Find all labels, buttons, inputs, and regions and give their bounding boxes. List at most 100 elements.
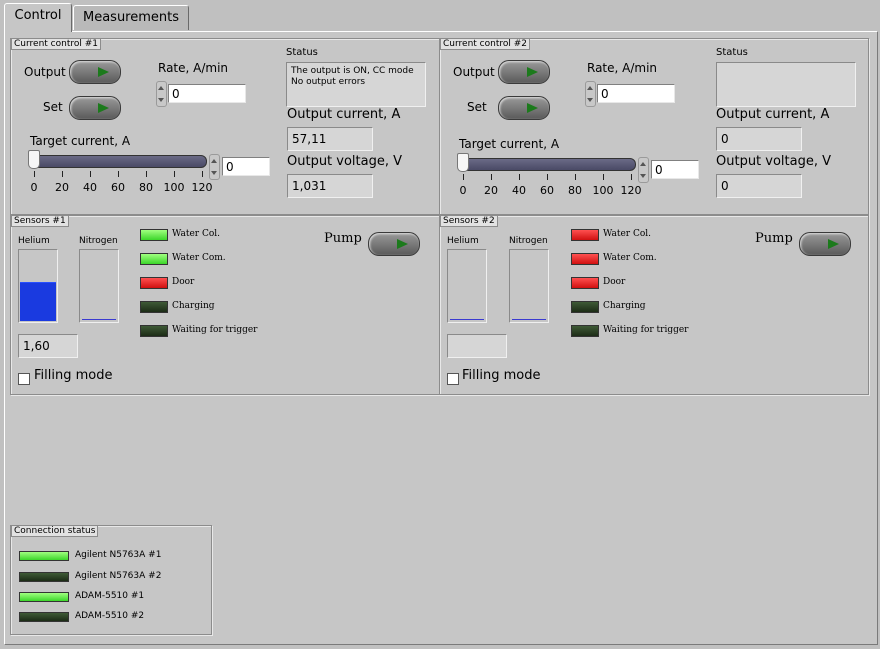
cc2-slider-thumb[interactable] xyxy=(457,153,469,172)
cc2-out-voltage-value: 0 xyxy=(716,174,802,198)
s2-water-col-label: Water Col. xyxy=(603,229,651,239)
s1-nitrogen-tank xyxy=(79,249,119,323)
conn-agilent-1-led xyxy=(19,551,69,561)
current-control-2-group: Current control #2 Output Set Rate, A/mi… xyxy=(439,38,869,215)
s1-helium-label: Helium xyxy=(18,236,50,246)
s1-nitrogen-level xyxy=(82,319,116,320)
cc1-target-slider[interactable] xyxy=(31,155,207,168)
s2-waiting-led xyxy=(571,325,599,337)
s1-waiting-led xyxy=(140,325,168,337)
s1-helium-value: 1,60 xyxy=(18,334,78,358)
tick-label: 120 xyxy=(191,181,213,194)
cc1-set-button[interactable] xyxy=(69,96,121,120)
s1-charging-label: Charging xyxy=(172,301,215,311)
s2-door-led xyxy=(571,277,599,289)
s2-charging-led xyxy=(571,301,599,313)
tick-label: 80 xyxy=(139,181,153,194)
connection-status-title: Connection status xyxy=(11,525,99,537)
control-tab-page: Current control #1 Output Set Rate, A/mi… xyxy=(4,31,878,645)
conn-agilent-2-label: Agilent N5763A #2 xyxy=(75,571,162,581)
s1-helium-level xyxy=(20,282,56,321)
cc2-set-label: Set xyxy=(467,100,487,114)
cc1-rate-label: Rate, A/min xyxy=(158,61,229,75)
sensors-2-title: Sensors #2 xyxy=(440,215,498,227)
s1-nitrogen-label: Nitrogen xyxy=(79,236,118,246)
tick-label: 0 xyxy=(30,181,38,194)
s2-nitrogen-level xyxy=(512,319,546,320)
s2-filling-mode-label: Filling mode xyxy=(462,368,541,383)
cc1-slider-thumb[interactable] xyxy=(28,150,40,169)
cc2-out-current-label: Output current, A xyxy=(716,107,830,122)
spin-up-icon[interactable] xyxy=(640,162,646,166)
current-control-2-title: Current control #2 xyxy=(440,38,530,50)
s2-helium-label: Helium xyxy=(447,236,479,246)
tick-label: 120 xyxy=(620,184,642,197)
s2-helium-tank xyxy=(447,249,487,323)
spin-down-icon[interactable] xyxy=(640,174,646,178)
cc2-output-label: Output xyxy=(453,65,495,79)
cc2-rate-input[interactable]: 0 xyxy=(597,84,675,103)
conn-adam-1-led xyxy=(19,592,69,602)
s2-charging-label: Charging xyxy=(603,301,646,311)
s2-pump-label: Pump xyxy=(755,231,793,246)
conn-agilent-2-led xyxy=(19,572,69,582)
s2-water-com-label: Water Com. xyxy=(603,253,657,263)
s1-filling-mode-checkbox[interactable] xyxy=(18,373,30,385)
tick-label: 20 xyxy=(55,181,69,194)
spin-up-icon[interactable] xyxy=(211,159,217,163)
spin-up-icon[interactable] xyxy=(158,86,164,90)
cc1-rate-input[interactable]: 0 xyxy=(168,84,246,103)
tick-label: 40 xyxy=(83,181,97,194)
cc1-rate-spinner[interactable] xyxy=(156,81,167,107)
cc1-output-toggle[interactable] xyxy=(69,60,121,84)
s2-pump-toggle[interactable] xyxy=(799,232,851,256)
cc2-target-spinner[interactable] xyxy=(638,157,649,183)
cc1-out-voltage-label: Output voltage, V xyxy=(287,154,403,169)
sensors-2-group: Sensors #2 Helium Nitrogen Water Col. Wa… xyxy=(439,215,869,395)
conn-agilent-1-label: Agilent N5763A #1 xyxy=(75,550,162,560)
s1-pump-toggle[interactable] xyxy=(368,232,420,256)
tick-label: 60 xyxy=(111,181,125,194)
cc2-status-display xyxy=(716,62,856,107)
cc2-output-toggle[interactable] xyxy=(498,60,550,84)
cc2-set-button[interactable] xyxy=(498,96,550,120)
s2-door-label: Door xyxy=(603,277,626,287)
s1-door-label: Door xyxy=(172,277,195,287)
cc1-target-spinner[interactable] xyxy=(209,154,220,180)
cc2-out-voltage-label: Output voltage, V xyxy=(716,154,832,169)
cc2-rate-label: Rate, A/min xyxy=(587,61,658,75)
tick-label: 40 xyxy=(512,184,526,197)
s1-waiting-label: Waiting for trigger xyxy=(172,325,258,335)
tab-measurements[interactable]: Measurements xyxy=(73,5,189,30)
cc2-rate-spinner[interactable] xyxy=(585,81,596,107)
tick-label: 20 xyxy=(484,184,498,197)
tab-measurements-label: Measurements xyxy=(82,10,180,25)
s2-nitrogen-label: Nitrogen xyxy=(509,236,548,246)
s1-water-col-led xyxy=(140,229,168,241)
cc2-target-input[interactable]: 0 xyxy=(651,160,699,179)
cc1-status-display: The output is ON, CC mode No output erro… xyxy=(286,62,426,107)
s1-water-col-label: Water Col. xyxy=(172,229,220,239)
tick-label: 100 xyxy=(592,184,614,197)
cc1-status-line2: No output errors xyxy=(291,77,366,87)
tick-label: 100 xyxy=(163,181,185,194)
current-control-1-group: Current control #1 Output Set Rate, A/mi… xyxy=(10,38,440,215)
cc1-target-input[interactable]: 0 xyxy=(222,157,270,176)
s2-helium-level xyxy=(450,319,484,320)
spin-down-icon[interactable] xyxy=(587,98,593,102)
cc2-status-label: Status xyxy=(716,47,748,58)
s1-filling-mode-label: Filling mode xyxy=(34,368,113,383)
connection-status-group: Connection status Agilent N5763A #1 Agil… xyxy=(10,525,212,635)
tab-control[interactable]: Control xyxy=(4,3,72,32)
cc1-output-label: Output xyxy=(24,65,66,79)
tick-label: 0 xyxy=(459,184,467,197)
cc1-target-label: Target current, A xyxy=(30,134,131,148)
spin-up-icon[interactable] xyxy=(587,86,593,90)
sensors-1-title: Sensors #1 xyxy=(11,215,69,227)
cc1-status-label: Status xyxy=(286,47,318,58)
spin-down-icon[interactable] xyxy=(211,171,217,175)
s1-water-com-led xyxy=(140,253,168,265)
spin-down-icon[interactable] xyxy=(158,98,164,102)
cc2-target-slider[interactable] xyxy=(460,158,636,171)
s2-filling-mode-checkbox[interactable] xyxy=(447,373,459,385)
